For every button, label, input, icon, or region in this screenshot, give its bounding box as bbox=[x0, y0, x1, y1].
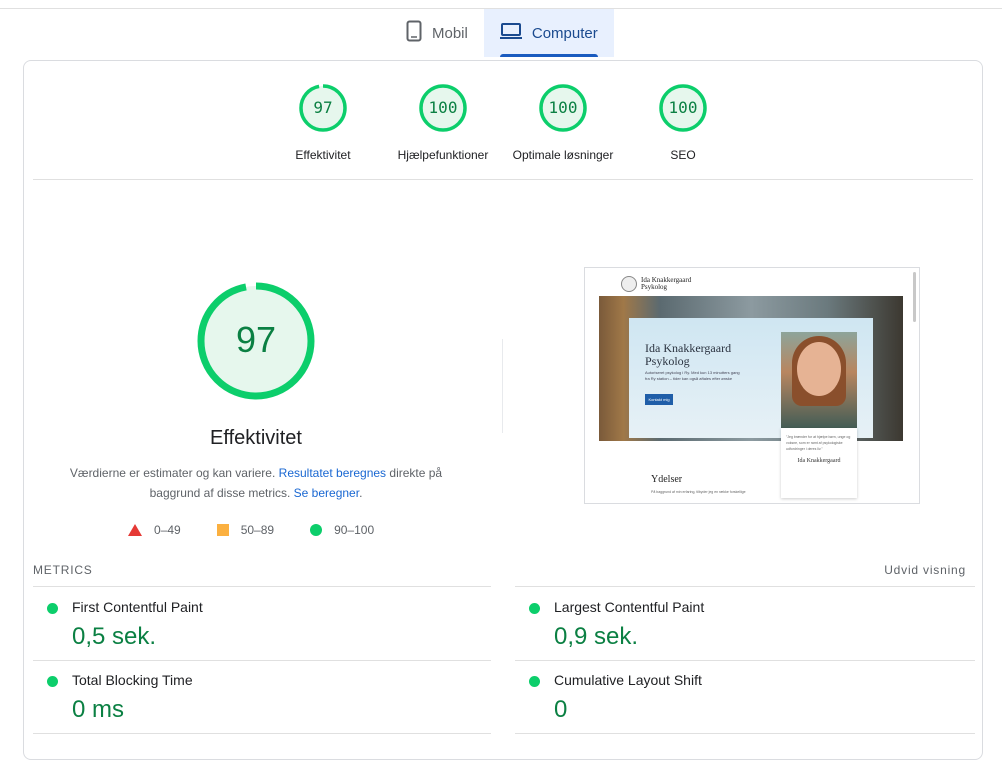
triangle-icon bbox=[128, 524, 142, 536]
preview-hero-text: Autoriseret psykolog i Ry. Med kun 13 mi… bbox=[645, 370, 740, 381]
preview-quote: "Jeg brænder for at hjælpe børn, unge og… bbox=[781, 428, 857, 498]
main-score-title: Effektivitet bbox=[210, 427, 302, 449]
metric-value: 0 ms bbox=[72, 696, 125, 723]
circle-icon bbox=[310, 524, 323, 536]
metric-value: 0,9 sek. bbox=[554, 623, 639, 650]
divider bbox=[515, 733, 975, 734]
tab-mobile[interactable]: Mobil bbox=[390, 9, 484, 57]
main-score-gauge: 97 bbox=[196, 281, 316, 401]
summary-gauges: 97 Effektivitet 100 Hjælpefunktioner 100… bbox=[24, 83, 982, 183]
legend-range: 90–100 bbox=[334, 523, 375, 537]
preview-signature: Ida Knakkergaard bbox=[797, 458, 841, 464]
device-tabs: Mobil Computer bbox=[390, 9, 614, 57]
desc-text: . bbox=[359, 486, 363, 500]
metric-name: First Contentful Paint bbox=[72, 599, 203, 615]
preview-section-text: På baggrund af min erfaring, tilbyder je… bbox=[651, 490, 746, 494]
preview-section-title: Ydelser bbox=[651, 474, 683, 485]
gauge-performance[interactable]: 97 Effektivitet bbox=[263, 83, 383, 162]
metric-fcp: First Contentful Paint 0,5 sek. bbox=[33, 587, 493, 659]
preview-logo-sub: Psykolog bbox=[641, 283, 668, 291]
gauge-score: 97 bbox=[313, 98, 333, 117]
metric-name: Cumulative Layout Shift bbox=[554, 672, 702, 688]
tab-computer-label: Computer bbox=[531, 24, 598, 42]
metric-name: Total Blocking Time bbox=[72, 672, 193, 688]
preview-photo-face bbox=[797, 342, 841, 396]
tree-logo-icon bbox=[621, 276, 637, 292]
preview-hero-title: Ida Knakkergaard Psykolog bbox=[645, 341, 732, 368]
pass-circle-icon bbox=[47, 603, 58, 614]
gauge-seo[interactable]: 100 SEO bbox=[623, 83, 743, 162]
pass-circle-icon bbox=[529, 676, 540, 687]
gauge-score: 100 bbox=[428, 98, 458, 117]
gauge-ring: 100 bbox=[538, 83, 588, 133]
report-card: 97 Effektivitet 100 Hjælpefunktioner 100… bbox=[23, 60, 983, 760]
gauge-ring: 97 bbox=[298, 83, 348, 133]
legend-fail: 0–49 bbox=[128, 523, 181, 537]
pass-circle-icon bbox=[529, 603, 540, 614]
tab-mobile-label: Mobil bbox=[432, 24, 468, 42]
tab-computer[interactable]: Computer bbox=[483, 9, 614, 57]
desc-text: Værdierne er estimater og kan variere. bbox=[69, 466, 279, 480]
preview-scrollbar bbox=[913, 272, 916, 322]
phone-icon bbox=[406, 20, 422, 46]
legend-pass: 90–100 bbox=[310, 523, 374, 537]
metric-name: Largest Contentful Paint bbox=[554, 599, 705, 615]
legend-range: 0–49 bbox=[154, 523, 181, 537]
legend-range: 50–89 bbox=[240, 523, 275, 537]
legend-average: 50–89 bbox=[216, 523, 275, 537]
metric-value: 0,5 sek. bbox=[72, 623, 157, 650]
gauge-accessibility[interactable]: 100 Hjælpefunktioner bbox=[383, 83, 503, 162]
gauge-best-practices[interactable]: 100 Optimale løsninger bbox=[503, 83, 623, 162]
score-legend: 0–49 50–89 90–100 bbox=[128, 523, 374, 537]
metric-cls: Cumulative Layout Shift 0 bbox=[515, 660, 975, 732]
metric-tbt: Total Blocking Time 0 ms bbox=[33, 660, 493, 732]
expand-view-toggle[interactable]: Udvid visning bbox=[884, 563, 966, 577]
page-screenshot-preview[interactable]: Ida Knakkergaard Psykolog Ida Knakkergaar… bbox=[584, 267, 920, 504]
preview-logo: Ida Knakkergaard Psykolog bbox=[621, 276, 691, 292]
laptop-icon bbox=[499, 22, 522, 44]
metric-value: 0 bbox=[554, 696, 568, 723]
metric-lcp: Largest Contentful Paint 0,9 sek. bbox=[515, 587, 975, 659]
gauge-score: 100 bbox=[548, 98, 578, 117]
main-score: 97 bbox=[235, 319, 277, 360]
divider bbox=[33, 733, 491, 734]
gauge-score: 100 bbox=[668, 98, 698, 117]
gauge-label: Effektivitet bbox=[295, 148, 351, 162]
vertical-divider bbox=[502, 339, 503, 433]
preview-contact-button: Kontakt mig bbox=[645, 394, 673, 405]
divider bbox=[33, 179, 973, 180]
calculator-link[interactable]: Se beregner bbox=[294, 486, 359, 500]
gauge-label: Optimale løsninger bbox=[512, 148, 614, 162]
calculation-link[interactable]: Resultatet beregnes bbox=[279, 466, 386, 480]
gauge-label: SEO bbox=[670, 148, 696, 162]
gauge-ring: 100 bbox=[658, 83, 708, 133]
pass-circle-icon bbox=[47, 676, 58, 687]
metrics-heading: METRICS bbox=[33, 563, 93, 577]
gauge-ring: 100 bbox=[418, 83, 468, 133]
score-description: Værdierne er estimater og kan variere. R… bbox=[64, 463, 448, 503]
square-icon bbox=[216, 524, 229, 536]
gauge-label: Hjælpefunktioner bbox=[397, 148, 489, 162]
